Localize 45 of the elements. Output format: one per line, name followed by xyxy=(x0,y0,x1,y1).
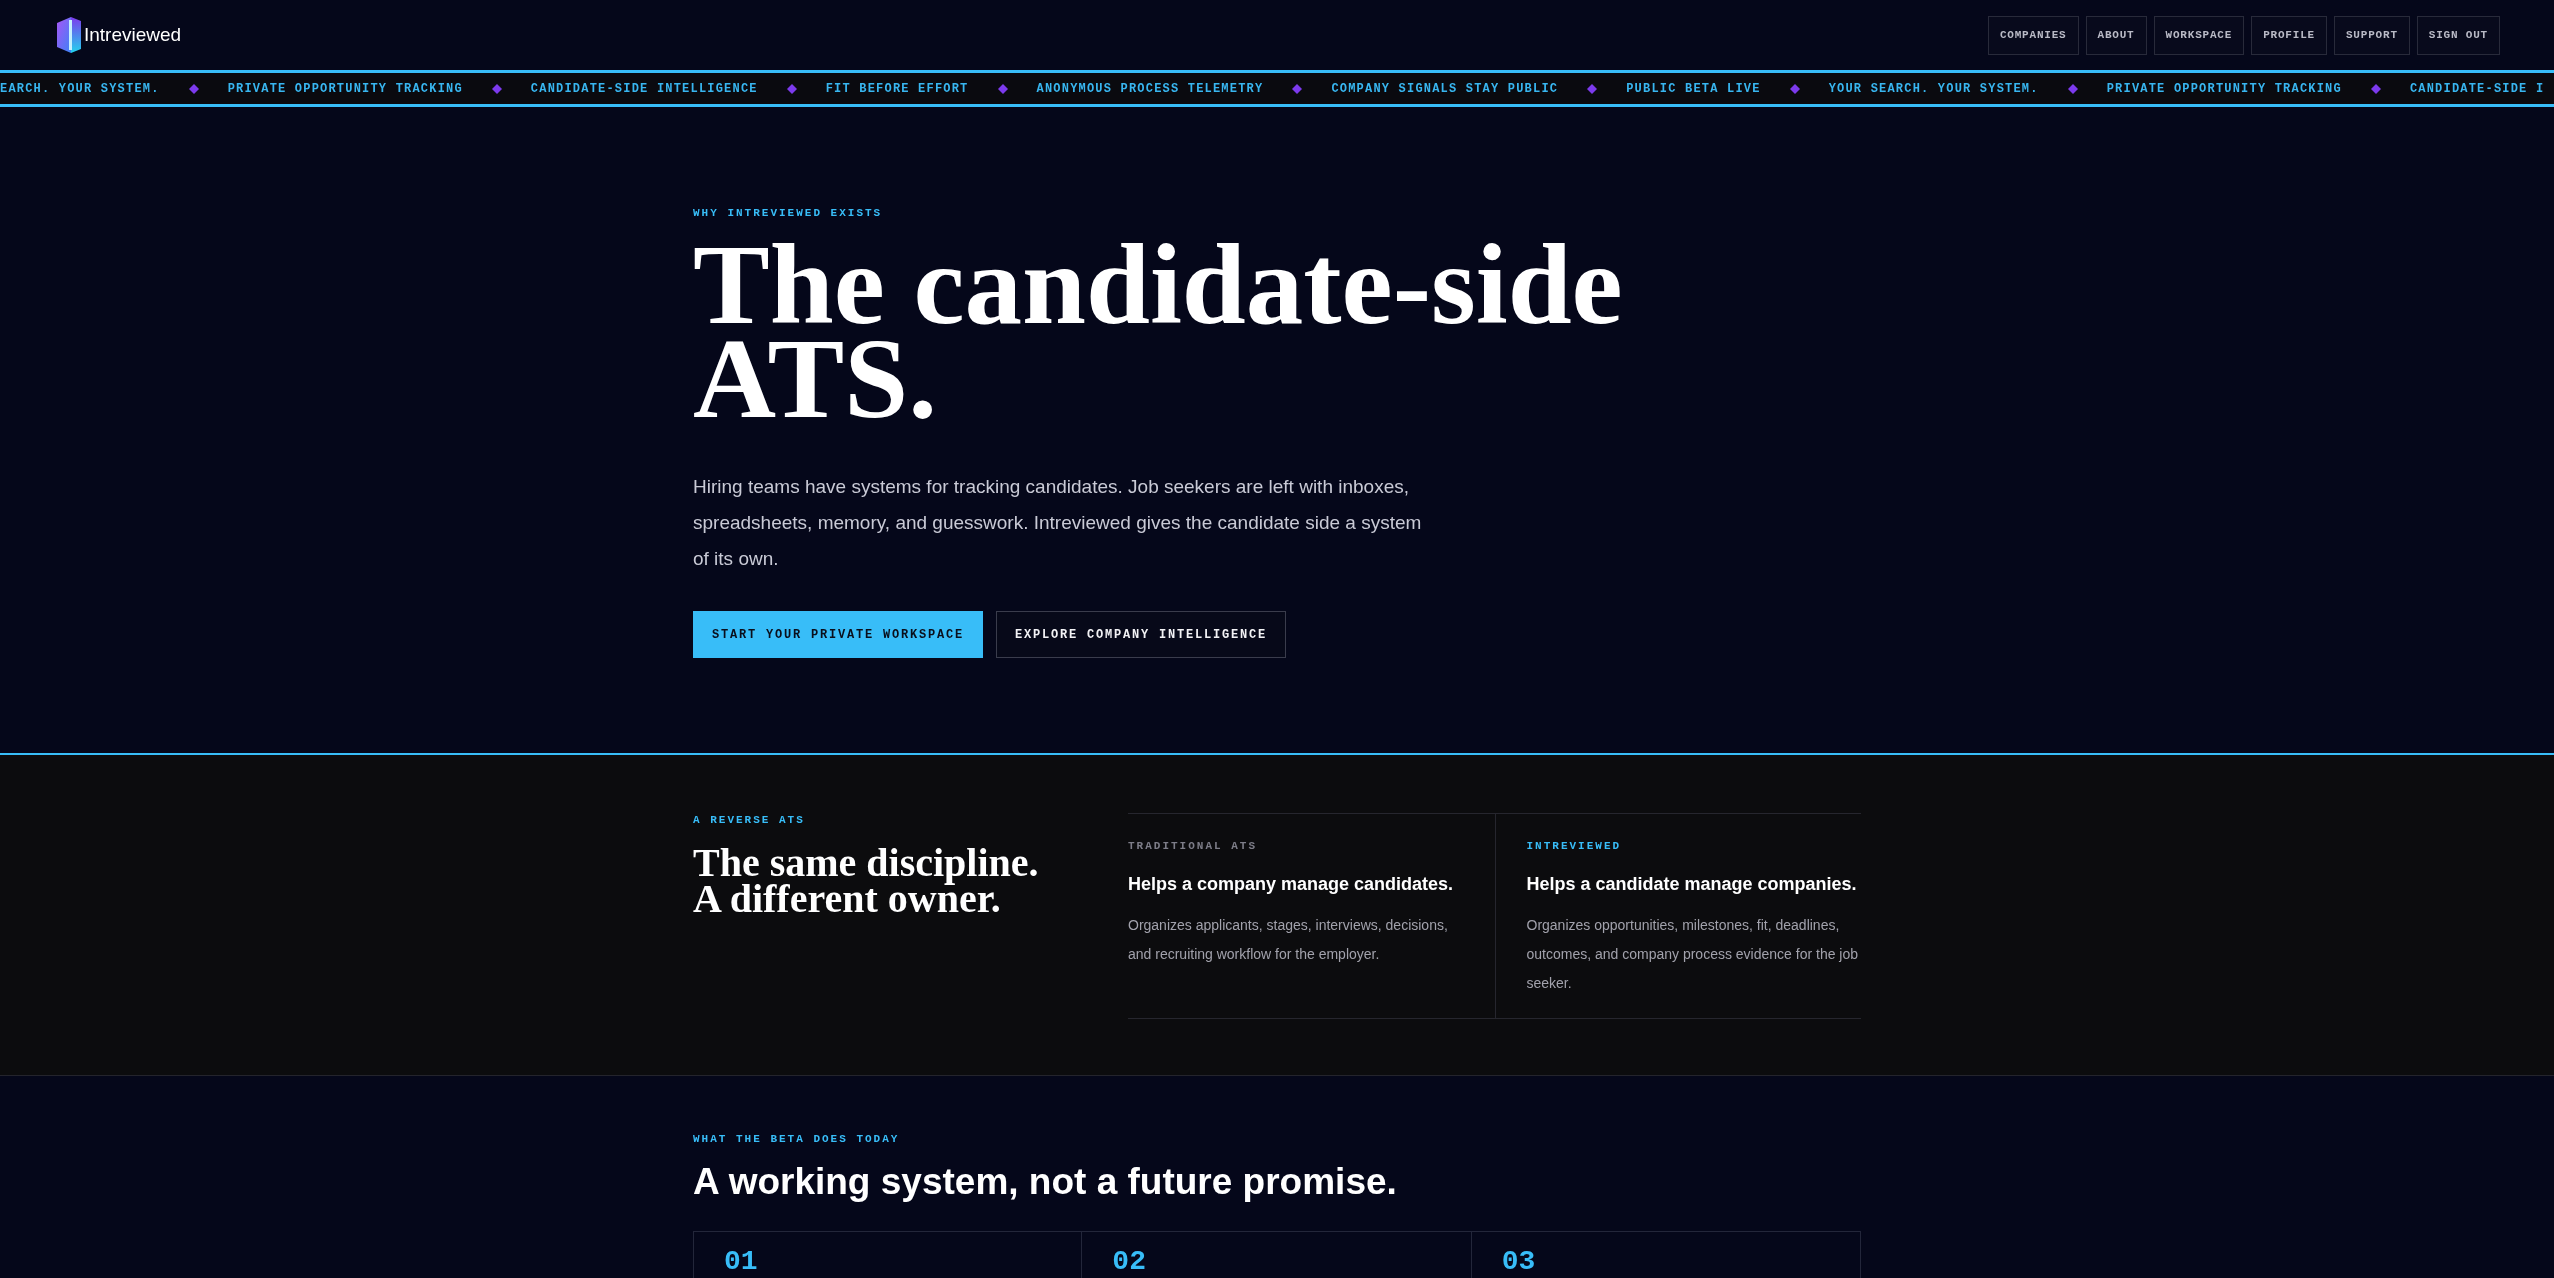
diamond-icon xyxy=(2370,83,2381,94)
nav-link[interactable]: SUPPORT xyxy=(2333,15,2410,55)
hero-title: The candidate-side ATS. xyxy=(693,238,1624,426)
ticker-text: PRIVATE OPPORTUNITY TRACKING xyxy=(2106,80,2342,98)
ticker-text: PUBLIC BETA LIVE xyxy=(1626,80,1761,98)
ticker-text: CANDIDATE-SIDE INTELLIGENCE xyxy=(530,80,758,98)
diamond-icon xyxy=(1292,83,1303,94)
nav-link[interactable]: SIGN OUT xyxy=(2416,15,2500,55)
step-number: 02 xyxy=(1112,1250,1146,1274)
section-title: A working system, not a future promise. xyxy=(693,1160,1397,1204)
diamond-icon xyxy=(1789,83,1800,94)
section-title: The same discipline. A different owner. xyxy=(693,845,1040,917)
section-eyebrow: WHY INTREVIEWED EXISTS xyxy=(693,206,883,220)
diamond-icon xyxy=(1587,83,1598,94)
ticker-text: CANDIDATE-SIDE I xyxy=(2409,80,2545,98)
column-description: Organizes opportunities, milestones, fit, deadlines, outcomes, and company process evidence for the job seeker. xyxy=(1526,916,1860,993)
diamond-icon xyxy=(997,83,1008,94)
diamond-icon xyxy=(2067,83,2078,94)
step-number: 03 xyxy=(1501,1250,1536,1274)
column-heading: Helps a candidate manage companies. xyxy=(1526,873,1857,896)
nav-link[interactable]: PROFILE xyxy=(2251,15,2327,55)
home-logo-link[interactable]: Intreviewed xyxy=(57,17,182,53)
diamond-icon xyxy=(786,83,797,94)
nav-link[interactable]: COMPANIES xyxy=(1987,15,2079,55)
section-eyebrow: A REVERSE ATS xyxy=(693,813,805,827)
logo-icon xyxy=(57,17,81,53)
ticker-text: PRIVATE OPPORTUNITY TRACKING xyxy=(227,80,463,98)
ticker-text: COMPANY SIGNALS STAY PUBLIC xyxy=(1331,80,1559,98)
section-eyebrow: WHAT THE BETA DOES TODAY xyxy=(693,1132,900,1146)
column-label: TRADITIONAL ATS xyxy=(1128,839,1258,853)
nav-link[interactable]: WORKSPACE xyxy=(2153,15,2245,55)
hero-description: Hiring teams have systems for tracking candidates. Job seekers are left with inboxes, spreadsheets, memory, and guesswork. Intreviewed gives the candidate side a system of its own. xyxy=(693,475,1423,571)
ticker-text: EARCH. YOUR SYSTEM. xyxy=(0,80,160,98)
explore-button[interactable]: EXPLORE COMPANY INTELLIGENCE xyxy=(996,611,1286,658)
ticker-text: YOUR SEARCH. YOUR SYSTEM. xyxy=(1828,80,2039,98)
column-label: INTREVIEWED xyxy=(1526,839,1622,853)
start-workspace-button[interactable]: START YOUR PRIVATE WORKSPACE xyxy=(693,611,983,658)
column-heading: Helps a company manage candidates. xyxy=(1128,873,1454,896)
step-number: 01 xyxy=(724,1250,758,1274)
nav-link[interactable]: ABOUT xyxy=(2085,15,2147,55)
diamond-icon xyxy=(188,83,199,94)
diamond-icon xyxy=(491,83,502,94)
column-description: Organizes applicants, stages, interviews, decisions, and recruiting workflow for the employer. xyxy=(1128,916,1449,964)
ticker-text: ANONYMOUS PROCESS TELEMETRY xyxy=(1036,80,1264,98)
ticker-text: FIT BEFORE EFFORT xyxy=(825,80,969,98)
